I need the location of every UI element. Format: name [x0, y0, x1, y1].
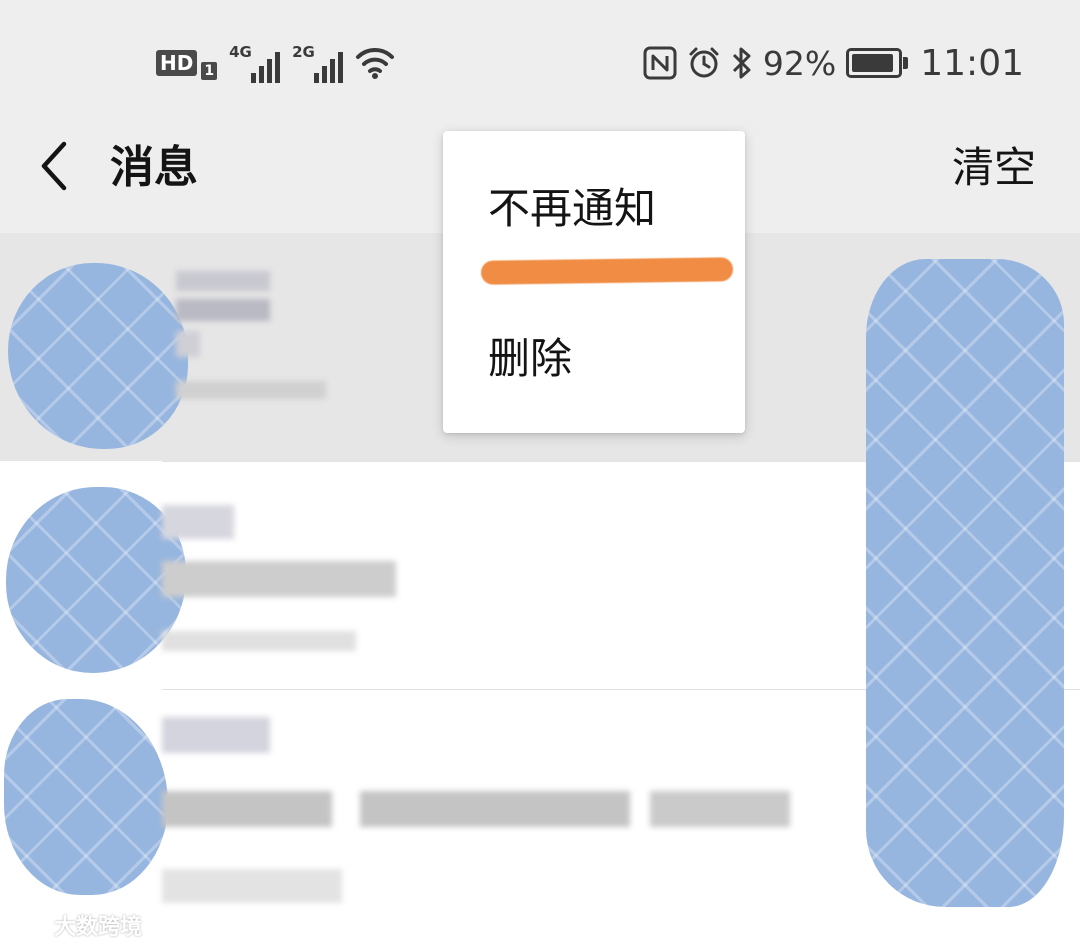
status-bar: HD 1 4G 2G 92% 11:01	[0, 0, 1080, 100]
watermark-logo-icon	[14, 913, 46, 935]
redacted-name	[162, 717, 270, 753]
redacted-text	[162, 791, 332, 827]
signal-2g: 2G	[292, 43, 344, 83]
status-right: 92% 11:01	[643, 38, 1024, 88]
battery-level-fill	[852, 54, 893, 72]
network-type-label: 2G	[292, 43, 315, 61]
battery-percent: 92%	[762, 43, 837, 83]
clear-all-button[interactable]: 清空	[952, 138, 1036, 198]
redacted-name	[162, 505, 234, 539]
alarm-icon	[689, 47, 719, 78]
watermark-text: 大数跨境	[54, 915, 143, 940]
sim-badge: 1	[201, 62, 218, 80]
hd-voice-badge: HD	[156, 50, 198, 76]
signal-4g: 4G	[229, 43, 281, 83]
redacted-avatar	[8, 263, 188, 449]
status-left: HD 1 4G 2G	[156, 38, 395, 88]
signal-bars-icon	[251, 52, 281, 83]
redacted-text	[360, 791, 630, 827]
signal-bars-icon	[314, 52, 344, 83]
redacted-time	[176, 381, 326, 399]
redacted-thumbnails	[866, 259, 1064, 907]
chevron-left-icon	[41, 141, 67, 191]
page-title: 消息	[110, 142, 198, 193]
bluetooth-icon	[732, 47, 751, 79]
redacted-avatar	[4, 699, 168, 895]
back-button[interactable]	[30, 136, 86, 196]
context-menu: 不再通知 删除	[443, 131, 745, 433]
battery-icon	[846, 48, 909, 78]
redacted-name	[176, 299, 270, 321]
menu-item-mute-notifications[interactable]: 不再通知	[488, 181, 656, 237]
redacted-avatar	[6, 487, 186, 673]
menu-item-delete[interactable]: 删除	[488, 331, 572, 387]
redacted-text	[650, 791, 790, 827]
redacted-time	[162, 869, 342, 903]
nfc-icon	[643, 46, 677, 80]
clock: 11:01	[920, 42, 1024, 84]
redacted-text	[176, 331, 200, 357]
annotation-underline	[480, 257, 734, 285]
network-type-label: 4G	[229, 43, 252, 61]
redacted-name	[176, 271, 270, 291]
redacted-text	[162, 561, 396, 597]
redacted-time	[162, 631, 356, 651]
watermark: 大数跨境	[14, 910, 142, 940]
wifi-icon	[356, 47, 395, 79]
